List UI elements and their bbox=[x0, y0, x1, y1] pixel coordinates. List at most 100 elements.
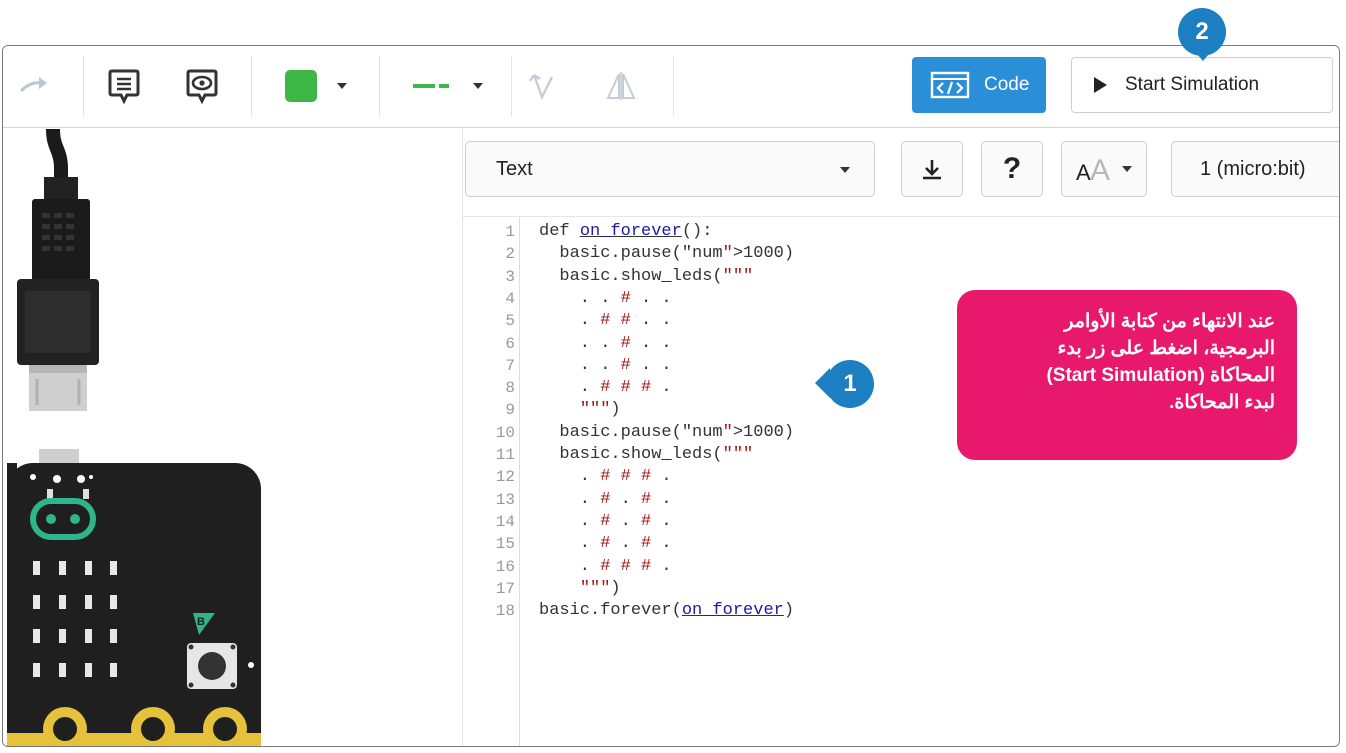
line-number: 5 bbox=[505, 312, 515, 331]
toolbar-divider bbox=[511, 56, 512, 116]
code-editor-icon bbox=[930, 71, 970, 99]
line-number: 18 bbox=[495, 602, 515, 621]
line-number: 15 bbox=[495, 535, 515, 554]
line-text: basic.pause("num">1000) bbox=[539, 422, 795, 442]
line-number: 12 bbox=[495, 468, 515, 487]
note-line-3: المحاكاة (Start Simulation) bbox=[1046, 365, 1275, 386]
notes-button[interactable] bbox=[103, 60, 145, 112]
line-style-dropdown[interactable] bbox=[393, 60, 503, 112]
code-button-label: Code bbox=[984, 74, 1030, 95]
line-text: . # # . . bbox=[539, 311, 672, 331]
svg-text:A: A bbox=[1090, 154, 1110, 184]
step-2-label: 2 bbox=[1195, 18, 1209, 45]
fill-color-swatch bbox=[285, 70, 317, 102]
line-text: . . # . . bbox=[539, 333, 672, 353]
toolbar-divider bbox=[673, 56, 674, 116]
rotate-button[interactable] bbox=[521, 60, 565, 112]
line-number: 17 bbox=[495, 579, 515, 598]
redo-button[interactable] bbox=[13, 60, 55, 112]
code-line[interactable]: 3 basic.show_leds(""" bbox=[463, 266, 1333, 288]
code-line[interactable]: 16 . # # # . bbox=[463, 556, 1333, 578]
line-text: . # . # . bbox=[539, 511, 672, 531]
download-button[interactable] bbox=[901, 141, 963, 197]
notes-icon bbox=[108, 69, 140, 104]
help-icon: ? bbox=[1002, 152, 1022, 185]
device-select[interactable]: 1 (micro:bit) bbox=[1171, 141, 1339, 197]
line-text: . # # # . bbox=[539, 467, 672, 487]
line-number: 7 bbox=[505, 356, 515, 375]
line-text: . # # # . bbox=[539, 556, 672, 576]
line-text: """) bbox=[579, 400, 621, 420]
line-text: basic.show_leds(""" bbox=[539, 266, 754, 286]
code-line[interactable]: 14 . # . # . bbox=[463, 511, 1333, 533]
fill-color-dropdown[interactable] bbox=[261, 60, 371, 112]
line-text: """) bbox=[579, 578, 621, 598]
step-1-label: 1 bbox=[843, 370, 857, 397]
line-number: 9 bbox=[505, 401, 515, 420]
simulation-panel: B bbox=[3, 128, 463, 746]
line-text: basic.forever(on_forever) bbox=[539, 601, 795, 621]
flip-button[interactable] bbox=[599, 60, 643, 112]
toolbar-divider bbox=[83, 56, 84, 116]
microbit-simulation: B bbox=[7, 128, 261, 746]
language-select-value: Text bbox=[496, 157, 533, 180]
editor-toolbar: Text ? A A 1 (micro:bit) bbox=[463, 129, 1339, 215]
code-line[interactable]: 2 basic.pause("num">1000) bbox=[463, 243, 1333, 265]
start-simulation-label: Start Simulation bbox=[1125, 74, 1260, 95]
line-number: 6 bbox=[505, 334, 515, 353]
line-text: . . # . . bbox=[539, 288, 672, 308]
line-number: 3 bbox=[505, 267, 515, 286]
line-number: 11 bbox=[495, 446, 515, 464]
start-simulation-button[interactable]: Start Simulation bbox=[1071, 57, 1333, 113]
note-line-1: عند الانتهاء من كتابة الأوامر bbox=[1064, 311, 1275, 332]
line-text: . # . # . bbox=[539, 489, 672, 509]
code-line[interactable]: 15 . # . # . bbox=[463, 533, 1333, 555]
code-line[interactable]: 12 . # # # . bbox=[463, 466, 1333, 488]
download-icon bbox=[923, 160, 941, 180]
line-text: basic.pause("num">1000) bbox=[539, 244, 795, 264]
line-text: . # . # . bbox=[539, 534, 672, 554]
rotate-icon bbox=[529, 74, 554, 101]
line-number: 13 bbox=[495, 490, 515, 509]
help-button[interactable]: ? bbox=[981, 141, 1043, 197]
line-text: . . # . . bbox=[539, 355, 672, 375]
instruction-note: عند الانتهاء من كتابة الأوامر البرمجية، … bbox=[957, 290, 1297, 460]
redo-arrow-icon bbox=[19, 77, 47, 93]
line-number: 16 bbox=[495, 557, 515, 576]
usb-port bbox=[39, 449, 79, 463]
code-line[interactable]: 17 """) bbox=[463, 578, 1333, 600]
notes-view-icon bbox=[186, 69, 218, 104]
step-2-pointer bbox=[1192, 48, 1214, 61]
line-number: 4 bbox=[505, 289, 515, 308]
language-select[interactable]: Text bbox=[465, 141, 875, 197]
line-number: 10 bbox=[495, 423, 515, 442]
line-number: 8 bbox=[505, 379, 515, 398]
play-icon bbox=[1094, 77, 1107, 93]
step-1-badge: 1 bbox=[826, 360, 874, 408]
svg-text:A: A bbox=[1076, 160, 1091, 184]
chevron-down-icon bbox=[473, 83, 483, 89]
code-button[interactable]: Code bbox=[912, 57, 1046, 113]
font-size-dropdown[interactable]: A A bbox=[1061, 141, 1147, 197]
note-line-2: البرمجية، اضغط على زر بدء bbox=[1057, 338, 1275, 359]
font-size-icon: A A bbox=[1076, 154, 1110, 184]
flip-icon bbox=[606, 72, 636, 100]
button-b-label: B bbox=[197, 616, 205, 628]
toolbar-divider bbox=[379, 56, 380, 116]
code-line[interactable]: 18 basic.forever(on_forever) bbox=[463, 600, 1333, 622]
notes-view-button[interactable] bbox=[181, 60, 223, 112]
line-style-swatch bbox=[413, 82, 451, 90]
code-line[interactable]: 13 . # . # . bbox=[463, 489, 1333, 511]
line-text: def on_forever(): bbox=[539, 222, 713, 241]
line-number: 2 bbox=[505, 245, 515, 264]
line-text: . # # # . bbox=[539, 378, 672, 398]
chevron-down-icon bbox=[337, 83, 347, 89]
line-number: 1 bbox=[505, 223, 515, 241]
note-line-4: لبدء المحاكاة. bbox=[1169, 392, 1275, 413]
toolbar-divider bbox=[251, 56, 252, 116]
device-select-value: 1 (micro:bit) bbox=[1200, 157, 1306, 180]
toolbar: Code Start Simulation bbox=[3, 46, 1339, 128]
line-number: 14 bbox=[495, 512, 515, 531]
usb-cable[interactable] bbox=[17, 128, 99, 411]
code-line[interactable]: 1 def on_forever(): bbox=[463, 221, 1333, 243]
